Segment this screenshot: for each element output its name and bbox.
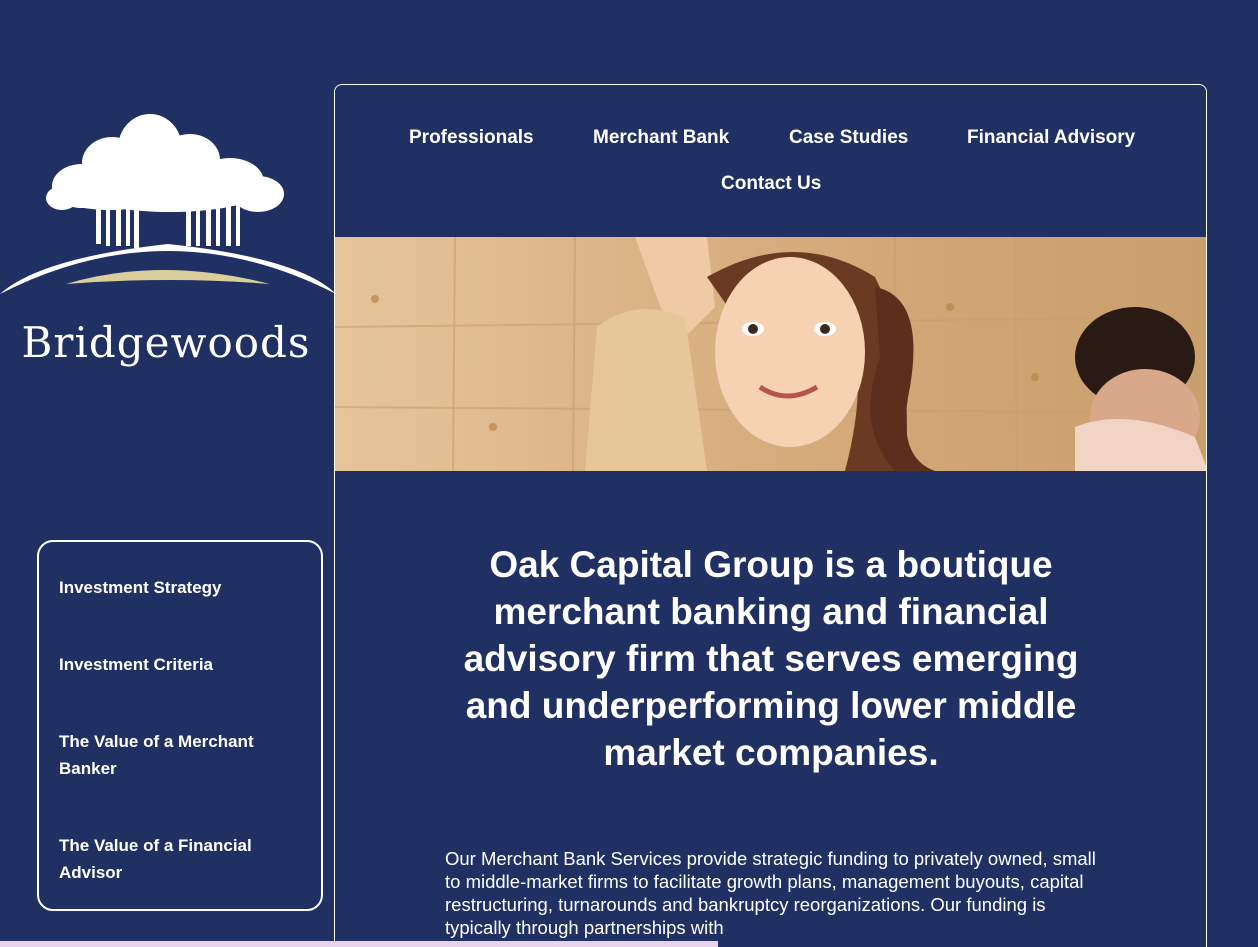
page-headline: Oak Capital Group is a boutique merchant…: [463, 544, 1079, 773]
main-panel: Professionals Merchant Bank Case Studies…: [334, 84, 1207, 947]
nav-merchant-bank[interactable]: Merchant Bank: [593, 127, 729, 149]
nav-case-studies[interactable]: Case Studies: [789, 127, 908, 149]
hero-image: [335, 237, 1206, 471]
nav-professionals[interactable]: Professionals: [409, 127, 534, 149]
sidebar-item-merchant-banker[interactable]: The Value of a Merchant Banker: [59, 728, 289, 782]
sidebar-nav: Investment Strategy Investment Criteria …: [37, 540, 323, 911]
nav-contact-us[interactable]: Contact Us: [721, 173, 821, 195]
tree-on-hill-icon: [0, 114, 336, 294]
brand-name[interactable]: Bridgewoods: [0, 318, 332, 367]
bottom-strip: [0, 941, 718, 947]
top-navigation: Professionals Merchant Bank Case Studies…: [335, 85, 1206, 237]
intro-paragraph: Our Merchant Bank Services provide strat…: [445, 848, 1096, 938]
sidebar-item-investment-criteria[interactable]: Investment Criteria: [59, 651, 289, 678]
children-in-classroom-photo: [335, 237, 1206, 471]
sidebar-item-financial-advisor[interactable]: The Value of a Financial Advisor: [59, 832, 289, 886]
sidebar-item-investment-strategy[interactable]: Investment Strategy: [59, 574, 289, 601]
page: Bridgewoods Investment Strategy Investme…: [0, 0, 1258, 947]
nav-financial-advisory[interactable]: Financial Advisory: [967, 127, 1135, 149]
